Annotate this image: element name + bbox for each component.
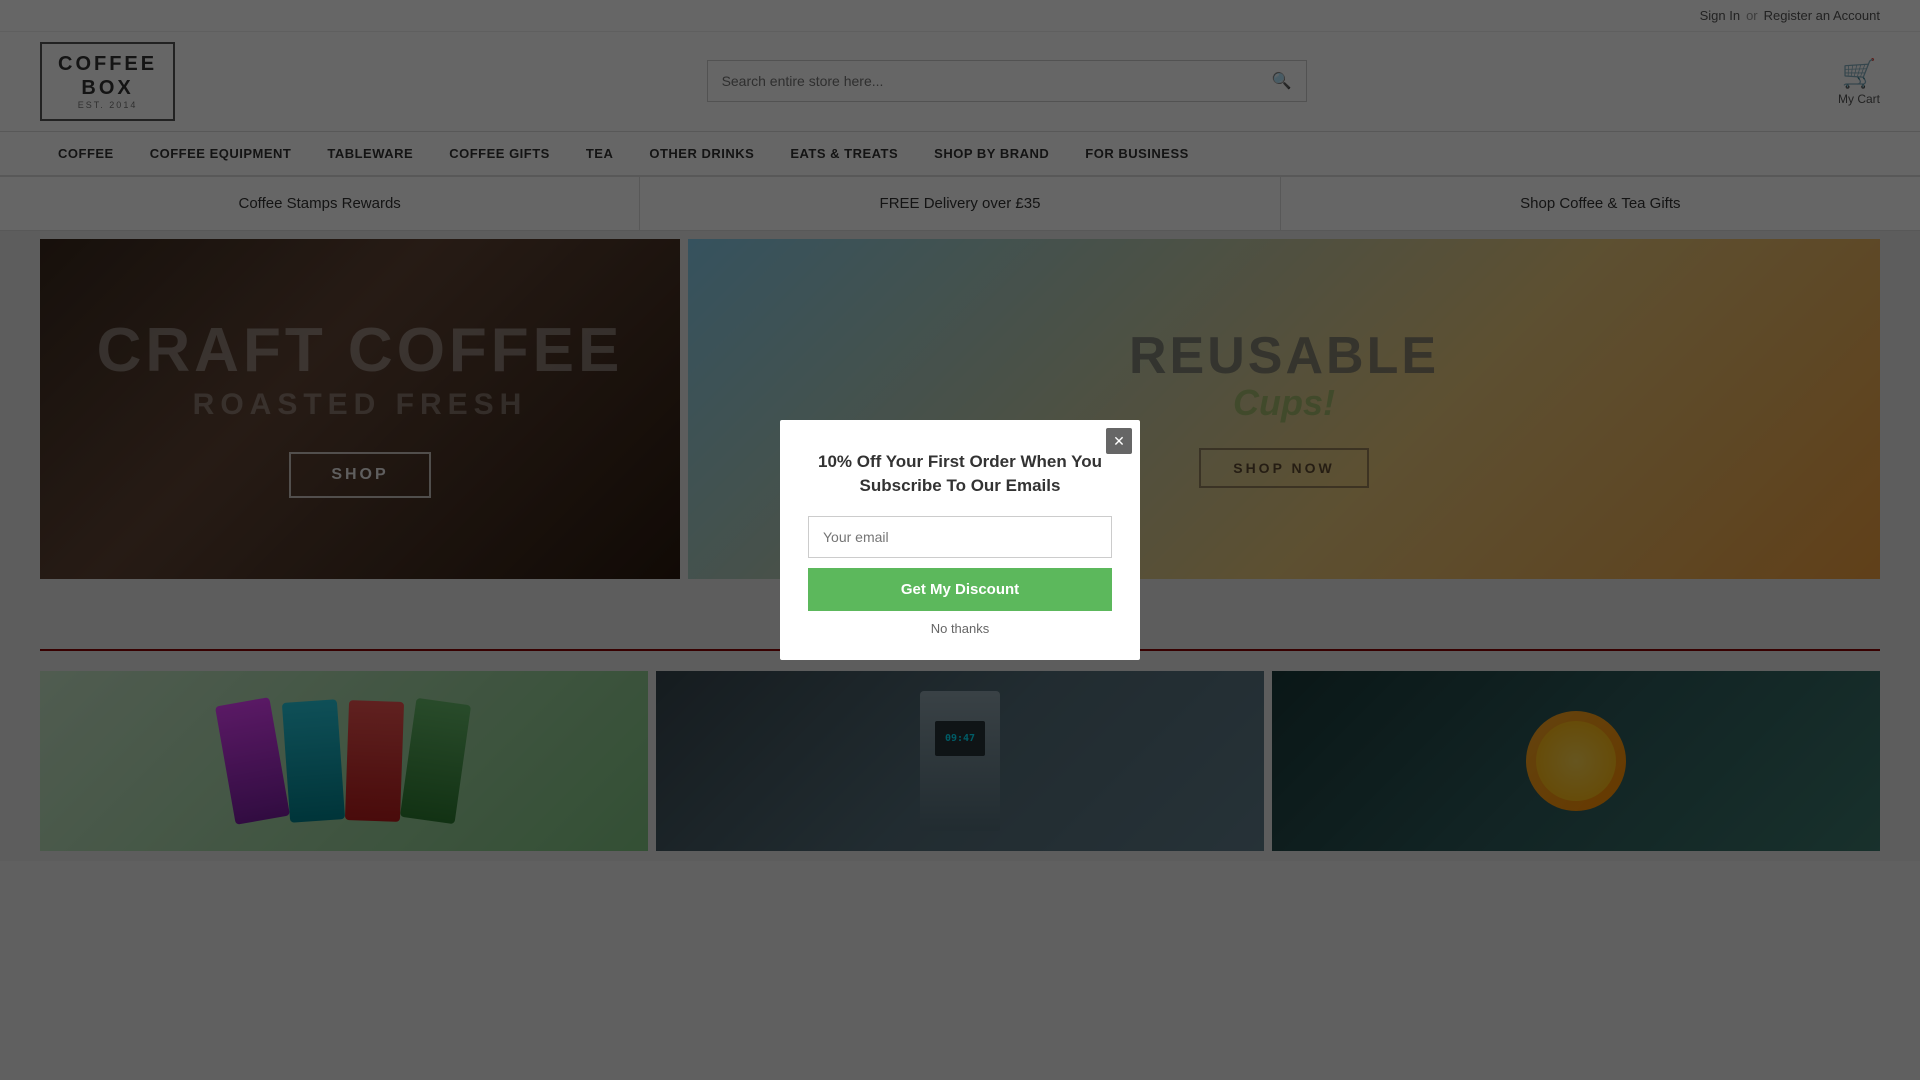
modal-cta-button[interactable]: Get My Discount <box>808 568 1112 611</box>
email-signup-modal: ✕ 10% Off Your First Order When You Subs… <box>780 420 1140 660</box>
modal-close-button[interactable]: ✕ <box>1106 428 1132 454</box>
modal-email-input[interactable] <box>808 516 1112 558</box>
modal-overlay[interactable]: ✕ 10% Off Your First Order When You Subs… <box>0 0 1920 1080</box>
close-icon: ✕ <box>1113 433 1125 450</box>
modal-no-thanks[interactable]: No thanks <box>808 621 1112 636</box>
modal-title: 10% Off Your First Order When You Subscr… <box>808 450 1112 498</box>
